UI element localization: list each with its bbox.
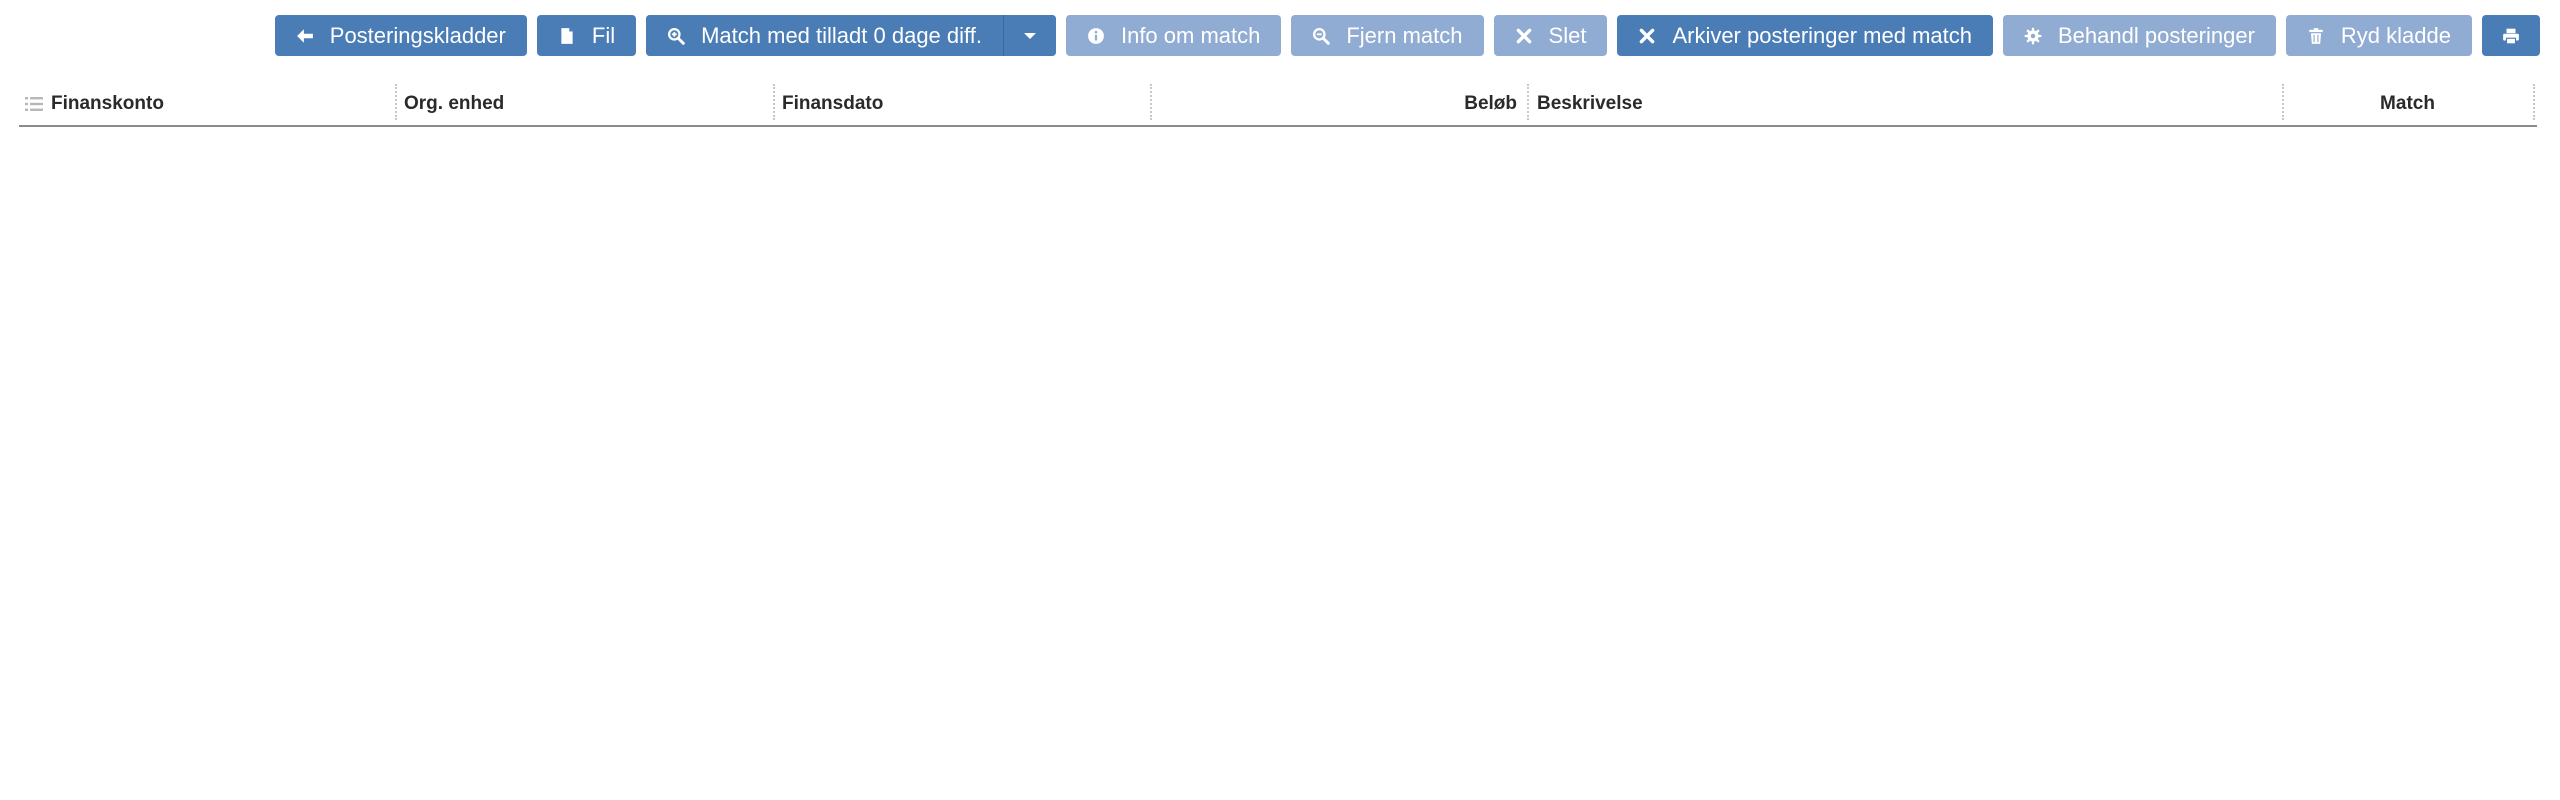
column-divider[interactable] — [2533, 84, 2535, 120]
table-header: Finanskonto Org. enhed Finansdato Beløb … — [19, 82, 2537, 127]
column-header-beloeb[interactable]: Beløb — [1154, 82, 1521, 125]
trash-icon — [2307, 27, 2325, 45]
column-menu-icon[interactable] — [25, 96, 43, 111]
posteringskladder-label: Posteringskladder — [329, 22, 506, 48]
ryd-kladde-label: Ryd kladde — [2340, 22, 2451, 48]
slet-button[interactable]: Slet — [1493, 15, 1608, 56]
column-header-finansdato[interactable]: Finansdato — [782, 82, 1152, 125]
fjern-match-button[interactable]: Fjern match — [1291, 15, 1484, 56]
column-label-beskrivelse: Beskrivelse — [1537, 92, 1643, 114]
gear-icon — [2024, 27, 2042, 45]
match-label: Match med tilladt 0 dage diff. — [701, 22, 982, 48]
column-header-beskrivelse[interactable]: Beskrivelse — [1537, 82, 2297, 125]
behandl-posteringer-button[interactable]: Behandl posteringer — [2003, 15, 2276, 56]
toolbar: Posteringskladder Fil Match med tilladt … — [274, 15, 2540, 56]
fjern-match-label: Fjern match — [1346, 22, 1463, 48]
zoom-out-icon — [1312, 27, 1331, 45]
match-button[interactable]: Match med tilladt 0 dage diff. — [646, 15, 1003, 56]
column-label-finansdato: Finansdato — [782, 92, 884, 114]
column-divider[interactable] — [2282, 84, 2284, 120]
close-icon — [1515, 27, 1533, 45]
column-label-match: Match — [2380, 92, 2435, 114]
arkiver-posteringer-button[interactable]: Arkiver posteringer med match — [1617, 15, 1993, 56]
close-icon — [1638, 27, 1656, 45]
fil-button[interactable]: Fil — [536, 15, 637, 56]
print-icon — [2502, 27, 2520, 45]
fil-label: Fil — [591, 22, 616, 48]
match-split-button: Match med tilladt 0 dage diff. — [646, 15, 1056, 56]
ryd-kladde-button[interactable]: Ryd kladde — [2285, 15, 2472, 56]
column-divider[interactable] — [1527, 84, 1529, 120]
column-header-finanskonto[interactable]: Finanskonto — [19, 82, 394, 125]
column-header-org-enhed[interactable]: Org. enhed — [404, 82, 774, 125]
print-button[interactable] — [2482, 15, 2540, 56]
column-divider[interactable] — [1150, 84, 1152, 120]
caret-down-icon — [1023, 32, 1036, 39]
column-label-org-enhed: Org. enhed — [404, 92, 505, 114]
posteringskladder-button[interactable]: Posteringskladder — [274, 15, 527, 56]
slet-label: Slet — [1548, 22, 1587, 48]
zoom-in-icon — [667, 27, 685, 45]
column-divider[interactable] — [773, 84, 775, 120]
column-label-beloeb: Beløb — [1464, 92, 1517, 114]
behandl-posteringer-label: Behandl posteringer — [2058, 22, 2255, 48]
info-om-match-button[interactable]: Info om match — [1065, 15, 1282, 56]
match-dropdown-toggle[interactable] — [1002, 15, 1056, 56]
column-label-finanskonto: Finanskonto — [51, 92, 164, 114]
column-header-match[interactable]: Match — [2285, 82, 2530, 125]
info-om-match-label: Info om match — [1120, 22, 1261, 48]
arrow-left-icon — [296, 27, 314, 45]
file-icon — [558, 27, 576, 45]
info-icon — [1087, 27, 1105, 45]
arkiver-posteringer-label: Arkiver posteringer med match — [1672, 22, 1972, 48]
column-divider[interactable] — [395, 84, 397, 120]
